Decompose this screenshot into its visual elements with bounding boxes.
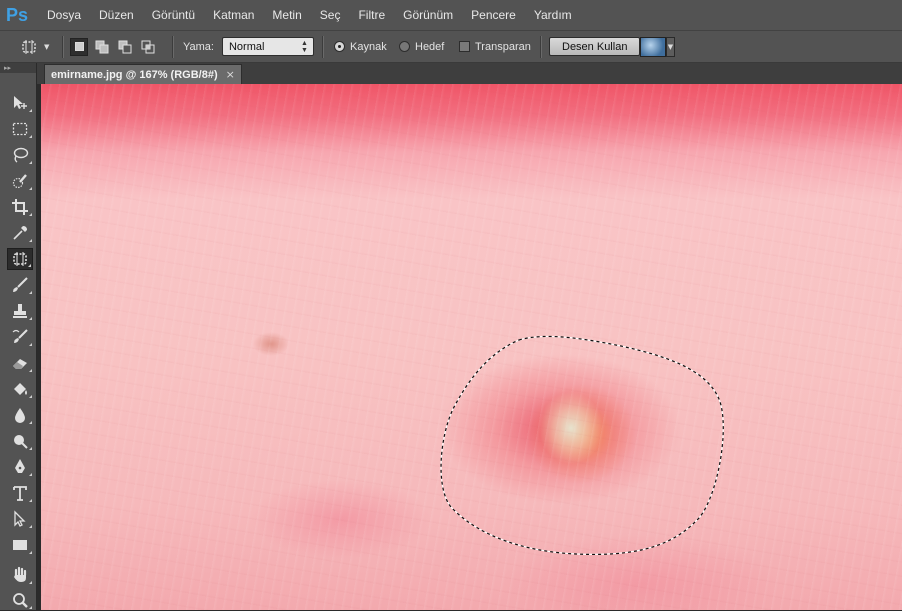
paint-bucket-tool[interactable] (7, 378, 33, 400)
options-bar: ▼ Yama: Normal ▲ ▼ Kaynak Hedef Transpar… (0, 30, 902, 63)
dodge-tool[interactable] (7, 430, 33, 452)
menu-filter[interactable]: Filtre (349, 8, 394, 22)
history-brush-tool[interactable] (7, 326, 33, 348)
eyedropper-tool[interactable] (7, 222, 33, 244)
chevron-down-icon: ▼ (44, 42, 50, 51)
patch-label: Yama: (183, 40, 214, 53)
type-tool-icon (13, 486, 27, 501)
menu-select[interactable]: Seç (311, 8, 350, 22)
path-selection-tool[interactable] (7, 508, 33, 530)
source-radio[interactable]: Kaynak (334, 31, 387, 62)
zoom-tool[interactable] (7, 589, 33, 611)
menu-edit[interactable]: Düzen (90, 8, 143, 22)
source-radio-icon (334, 41, 345, 52)
rectangle-tool-icon (13, 540, 27, 550)
transparent-checkbox[interactable]: Transparan (459, 31, 531, 62)
patch-tool-icon (13, 252, 27, 266)
patch-tool-icon (22, 39, 36, 54)
patch-mode-value: Normal (228, 40, 265, 53)
subtract-from-selection-button[interactable] (116, 38, 134, 56)
eraser-tool[interactable] (7, 352, 33, 374)
subtract-from-selection-icon (118, 40, 132, 53)
select-arrows-icon: ▲ ▼ (301, 40, 308, 54)
selection-marquee[interactable] (41, 84, 902, 610)
new-selection-icon (74, 42, 84, 51)
transparent-checkbox-icon (459, 41, 470, 52)
add-to-selection-button[interactable] (93, 38, 111, 56)
eyedropper-tool-icon (13, 226, 27, 240)
tool-preset-picker[interactable]: ▼ (20, 31, 56, 62)
eraser-tool-icon (13, 359, 27, 369)
document-canvas[interactable] (41, 84, 902, 610)
crop-tool-icon (12, 199, 28, 215)
destination-radio-icon (399, 41, 410, 52)
menu-help[interactable]: Yardım (525, 8, 581, 22)
menu-bar: Ps Dosya Düzen Görüntü Katman Metin Seç … (0, 0, 902, 30)
source-label: Kaynak (350, 40, 387, 53)
quick-selection-tool[interactable] (7, 170, 33, 192)
move-tool[interactable] (7, 92, 33, 114)
destination-radio[interactable]: Hedef (399, 31, 444, 62)
dodge-tool-icon (14, 435, 28, 449)
separator (62, 36, 64, 58)
crop-tool[interactable] (7, 196, 33, 218)
blur-tool-icon (15, 408, 25, 423)
use-pattern-button[interactable]: Desen Kullan (549, 37, 641, 56)
chevron-down-icon[interactable]: ▼ (666, 36, 675, 57)
document-tab-bar: emirname.jpg @ 167% (RGB/8#) × (37, 63, 902, 84)
menu-layer[interactable]: Katman (204, 8, 263, 22)
menu-view[interactable]: Görünüm (394, 8, 462, 22)
add-to-selection-icon (95, 40, 109, 53)
quick-selection-tool-icon (12, 174, 27, 189)
paint-bucket-tool-icon (14, 383, 27, 395)
separator (172, 36, 174, 58)
pen-tool-icon (15, 459, 25, 473)
panel-collapse-icon[interactable]: ▸▸ (0, 63, 36, 73)
marquee-tool-icon (12, 122, 28, 136)
separator (322, 36, 324, 58)
photoshop-logo: Ps (5, 4, 29, 25)
document-title: emirname.jpg @ 167% (RGB/8#) (51, 68, 218, 81)
lasso-tool[interactable] (7, 144, 33, 166)
destination-label: Hedef (415, 40, 445, 53)
pattern-swatch[interactable] (640, 36, 666, 57)
document-tab[interactable]: emirname.jpg @ 167% (RGB/8#) × (44, 64, 242, 84)
separator (540, 36, 542, 58)
tools-panel: ▸▸ (0, 63, 37, 610)
blur-tool[interactable] (7, 404, 33, 426)
patch-tool[interactable] (7, 248, 33, 270)
intersect-selection-icon (141, 40, 155, 53)
menu-type[interactable]: Metin (263, 8, 310, 22)
marquee-tool[interactable] (7, 118, 33, 140)
move-tool-icon (14, 96, 27, 109)
pen-tool[interactable] (7, 456, 33, 478)
history-brush-tool-icon (12, 329, 28, 343)
path-selection-tool-icon (14, 510, 26, 527)
transparent-label: Transparan (475, 40, 531, 53)
brush-tool-icon (13, 277, 28, 292)
menu-window[interactable]: Pencere (462, 8, 525, 22)
menu-file[interactable]: Dosya (38, 8, 90, 22)
rectangle-tool[interactable] (7, 534, 33, 556)
patch-mode-select[interactable]: Normal ▲ ▼ (221, 37, 314, 56)
intersect-selection-button[interactable] (139, 38, 157, 56)
brush-tool[interactable] (7, 274, 33, 296)
type-tool[interactable] (7, 482, 33, 504)
menu-image[interactable]: Görüntü (143, 8, 204, 22)
lasso-tool-icon (13, 147, 29, 163)
zoom-tool-icon (13, 593, 28, 608)
hand-tool-icon (14, 566, 27, 582)
close-icon[interactable]: × (226, 68, 235, 81)
clone-stamp-tool[interactable] (7, 300, 33, 322)
hand-tool[interactable] (7, 564, 33, 586)
clone-stamp-tool-icon (13, 304, 27, 318)
new-selection-button[interactable] (70, 37, 88, 56)
